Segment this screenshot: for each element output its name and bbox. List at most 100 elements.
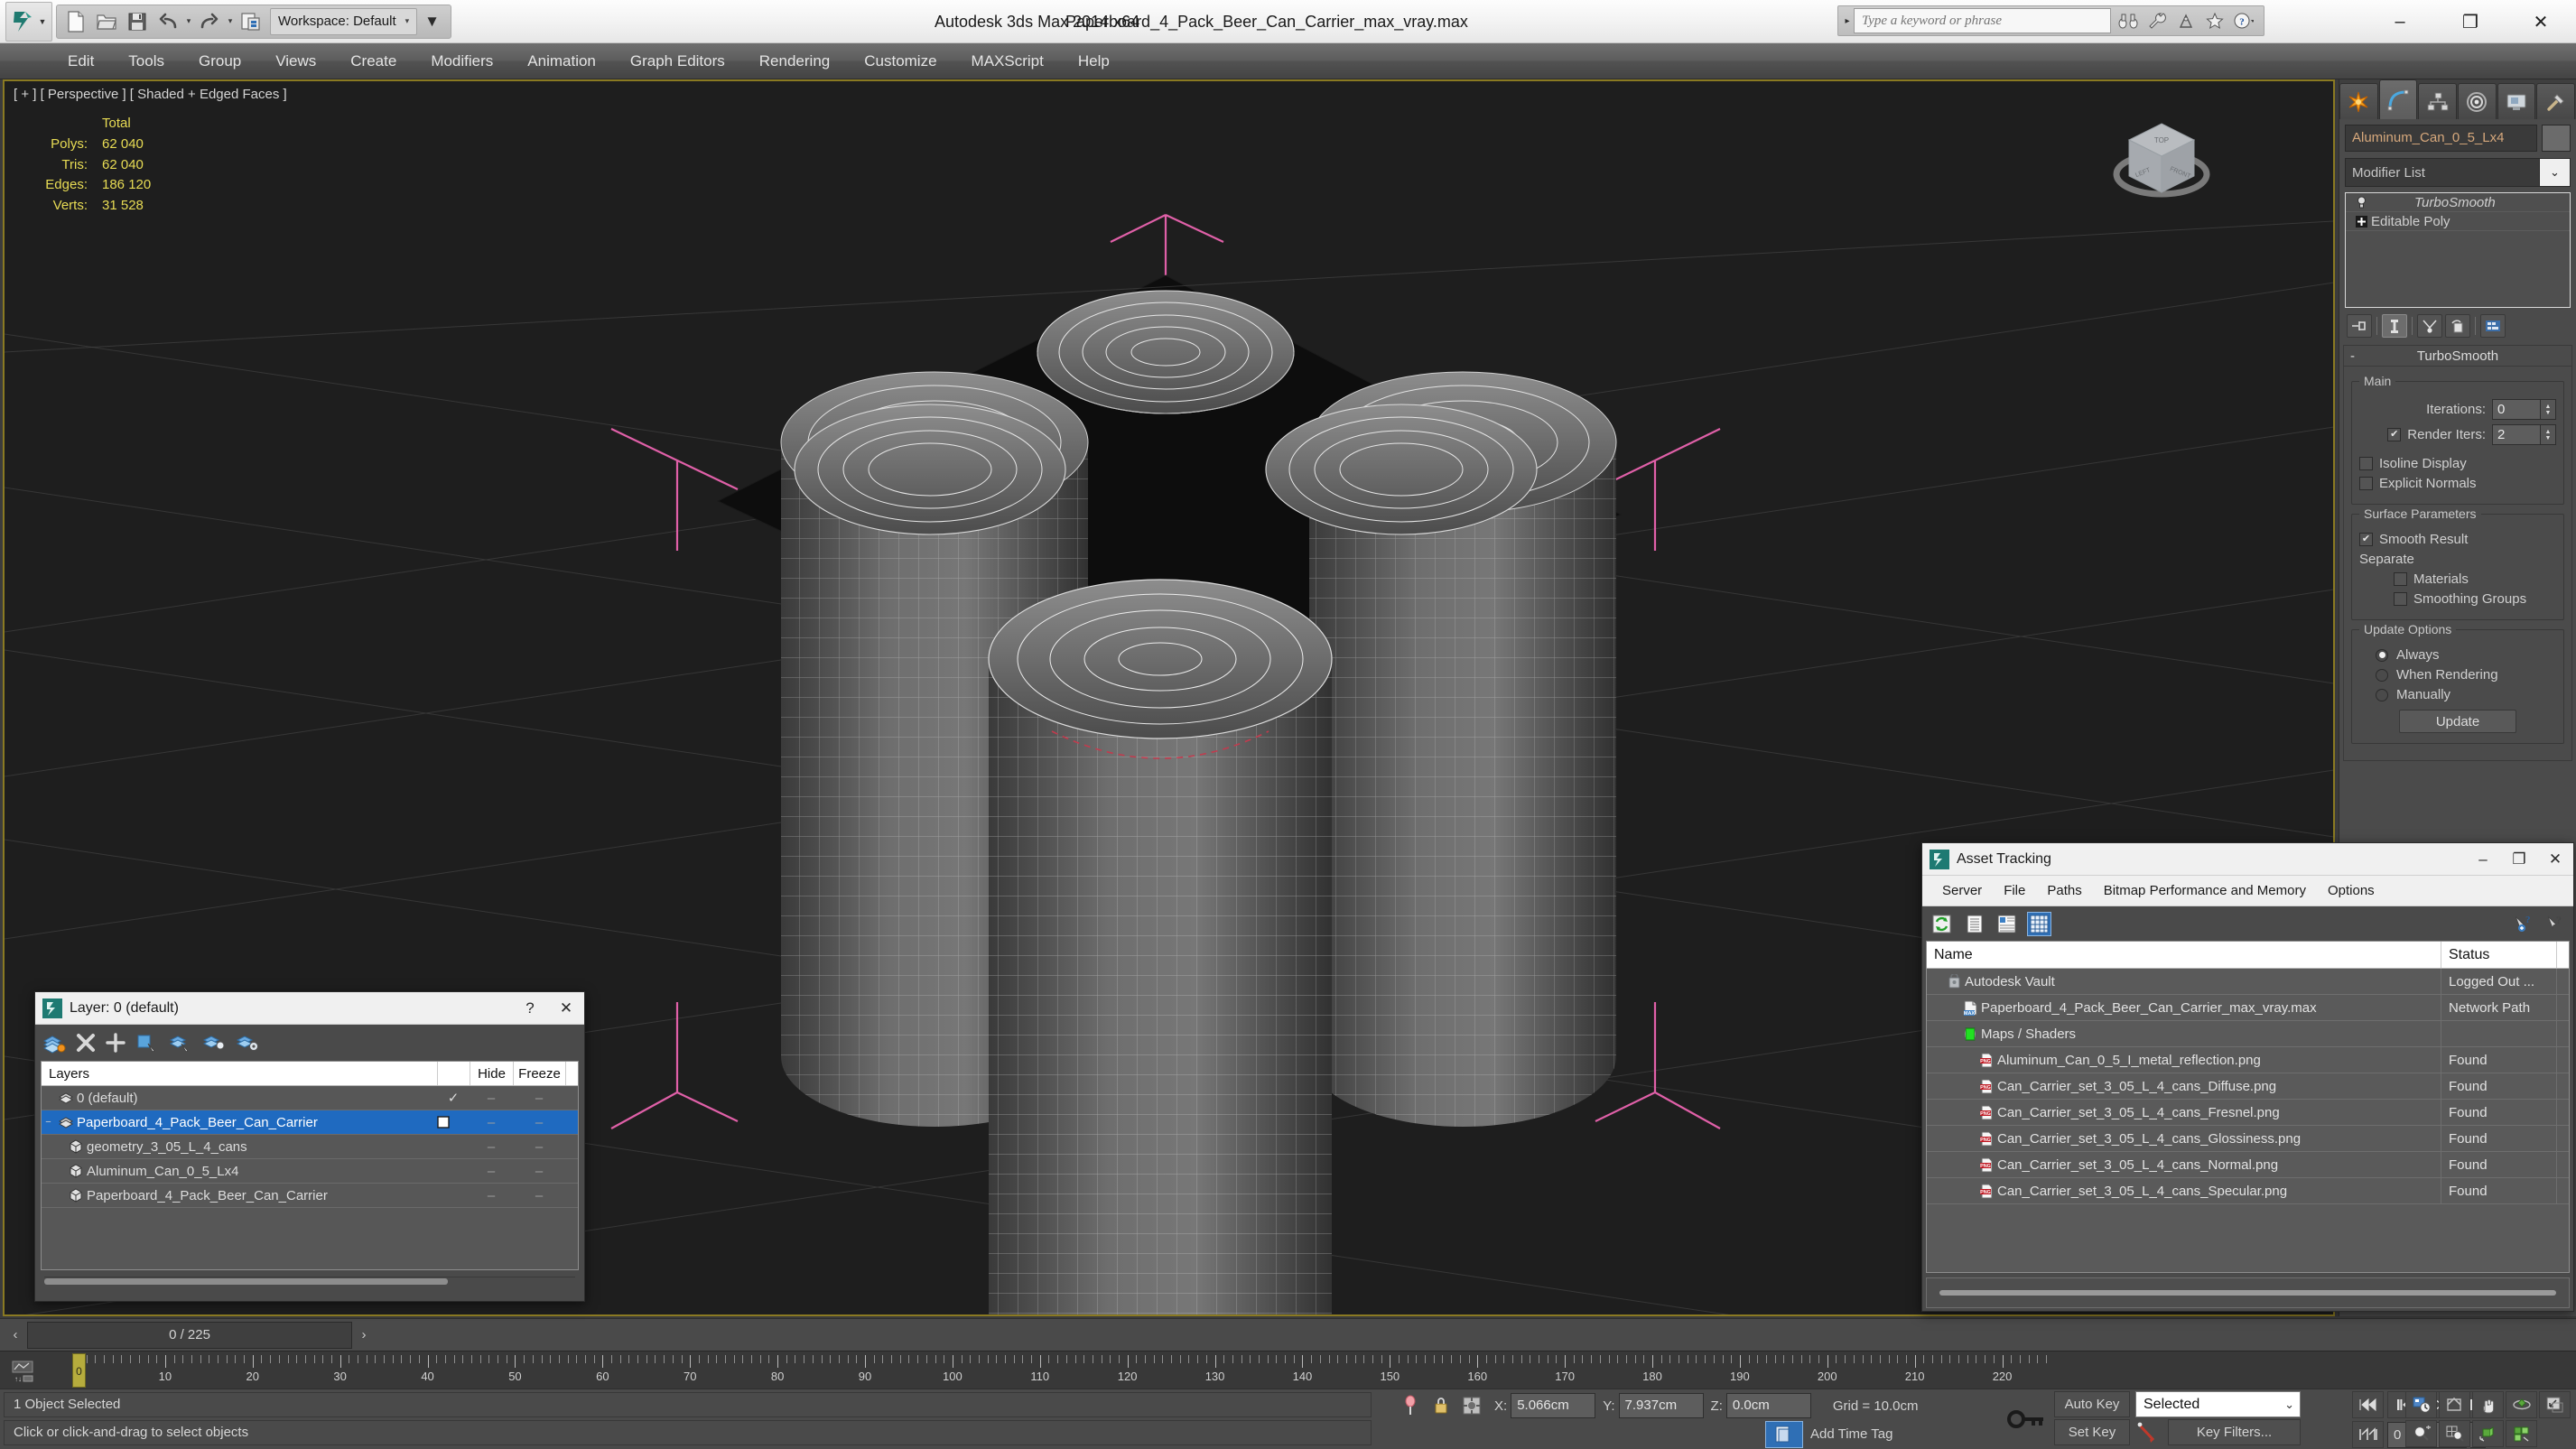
render-iters-spinner[interactable]: ▲ ▼ [2541, 424, 2556, 445]
time-slider-control[interactable]: ‹ 0 / 225 › [4, 1321, 376, 1349]
asset-row-diffuse[interactable]: PNG Can_Carrier_set_3_05_L_4_cans_Diffus… [1927, 1073, 2569, 1100]
layer-column-freeze[interactable]: Freeze [513, 1062, 565, 1085]
layer-row-freeze-toggle[interactable]: – [513, 1115, 565, 1130]
time-configuration-icon[interactable] [2405, 1391, 2437, 1418]
help-circle-icon[interactable]: ? [2230, 8, 2257, 33]
asset-row-fresnel[interactable]: PNG Can_Carrier_set_3_05_L_4_cans_Fresne… [1927, 1099, 2569, 1126]
asset-row-autodesk-vault[interactable]: Autodesk Vault Logged Out ... [1927, 968, 2569, 995]
frame-ruler[interactable]: 0 10 20 30 40 50 60 70 80 90 100 110 120 130 140 150 160… [45, 1351, 2576, 1389]
add-to-layer-icon[interactable] [106, 1033, 126, 1053]
view-cube[interactable]: TOP LEFT FRONT [2107, 113, 2216, 212]
layer-row-hide-toggle[interactable]: – [470, 1091, 513, 1106]
orbit-icon[interactable] [2506, 1391, 2537, 1418]
set-key-button[interactable]: Set Key [2054, 1419, 2130, 1445]
list-view-icon[interactable] [1962, 912, 1986, 936]
iterations-spinner[interactable]: ▲ ▼ [2541, 399, 2556, 420]
update-button[interactable]: Update [2399, 710, 2516, 733]
open-file-button[interactable] [91, 7, 122, 36]
menu-group[interactable]: Group [181, 43, 258, 79]
application-menu-button[interactable]: ▼ [5, 1, 52, 42]
auto-key-button[interactable]: Auto Key [2054, 1391, 2130, 1417]
menu-help[interactable]: Help [1061, 43, 1127, 79]
layer-row-current-check[interactable]: ✓ [437, 1090, 470, 1106]
set-key-mode-icon[interactable] [2135, 1421, 2162, 1444]
show-end-result-icon[interactable] [2382, 314, 2407, 338]
menu-edit[interactable]: Edit [51, 43, 111, 79]
pin-icon[interactable] [1395, 1392, 1426, 1419]
zoom-extents-icon[interactable] [2472, 1420, 2504, 1447]
layer-scrollbar-thumb[interactable] [44, 1278, 448, 1285]
create-tab[interactable] [2339, 83, 2378, 119]
pin-stack-icon[interactable] [2347, 314, 2372, 338]
menu-animation[interactable]: Animation [510, 43, 613, 79]
asset-close-button[interactable]: ✕ [2537, 843, 2573, 876]
select-highlighted-layer-icon[interactable] [169, 1032, 192, 1054]
open-mini-curve-editor-icon[interactable]: ↑↓ [4, 1354, 42, 1389]
lock-selection-icon[interactable] [1426, 1392, 1456, 1419]
chevron-down-icon[interactable]: ⌄ [2539, 159, 2570, 186]
asset-menu-file[interactable]: File [1993, 876, 2036, 906]
make-unique-icon[interactable] [2417, 314, 2442, 338]
current-frame-display[interactable]: 0 / 225 [27, 1321, 352, 1349]
asset-row-max-file[interactable]: MAX Paperboard_4_Pack_Beer_Can_Carrier_m… [1927, 994, 2569, 1021]
modify-tab[interactable] [2378, 79, 2418, 119]
stack-item-turbosmooth[interactable]: TurboSmooth [2346, 193, 2570, 212]
delete-layer-icon[interactable] [76, 1033, 96, 1053]
select-objects-in-layer-icon[interactable] [135, 1032, 159, 1054]
plus-box-icon[interactable] [2351, 214, 2371, 228]
project-folder-button[interactable] [236, 7, 266, 36]
menu-views[interactable]: Views [258, 43, 333, 79]
smoothing-groups-checkbox[interactable] [2394, 592, 2407, 606]
layer-row-hide-toggle[interactable]: – [470, 1115, 513, 1130]
wrench-icon[interactable] [2144, 8, 2171, 33]
update-when-rendering-radio[interactable] [2376, 668, 2388, 682]
redo-button[interactable] [194, 7, 225, 36]
layer-dialog-close-button[interactable]: ✕ [548, 992, 584, 1025]
layer-grid[interactable]: Layers Hide Freeze 0 (default) ✓ – – − P… [41, 1061, 579, 1270]
asset-menu-server[interactable]: Server [1931, 876, 1993, 906]
layer-row-hide-toggle[interactable]: – [470, 1139, 513, 1155]
layer-row-aluminum-can[interactable]: Aluminum_Can_0_5_Lx4 – – [42, 1159, 578, 1184]
asset-grid[interactable]: Name Status Autodesk Vault Logged Out ..… [1926, 941, 2570, 1273]
layer-row-expander[interactable]: − [42, 1117, 55, 1128]
layer-column-hide[interactable]: Hide [470, 1062, 513, 1085]
asset-tracking-footer[interactable] [1926, 1277, 2570, 1308]
search-expand-arrow[interactable]: ▸ [1841, 16, 1854, 26]
asset-column-name[interactable]: Name [1927, 942, 2441, 968]
stack-item-editable-poly[interactable]: Editable Poly [2346, 212, 2570, 231]
configure-sets-icon[interactable] [2480, 314, 2506, 338]
lightbulb-icon[interactable] [2351, 195, 2371, 209]
asset-menu-options[interactable]: Options [2317, 876, 2385, 906]
object-color-swatch[interactable] [2542, 125, 2571, 152]
layer-row-freeze-toggle[interactable]: – [513, 1139, 565, 1155]
isoline-display-checkbox[interactable] [2359, 457, 2373, 470]
layer-row-hide-toggle[interactable]: – [470, 1188, 513, 1203]
render-iters-checkbox[interactable] [2387, 428, 2402, 441]
close-button[interactable]: ✕ [2506, 0, 2576, 43]
absolute-mode-icon[interactable] [1456, 1392, 1487, 1419]
object-name-field[interactable]: Aluminum_Can_0_5_Lx4 [2345, 125, 2537, 152]
layer-horizontal-scrollbar[interactable] [44, 1277, 575, 1285]
asset-row-metal-reflection[interactable]: PNG Aluminum_Can_0_5_I_metal_reflection.… [1927, 1046, 2569, 1073]
goto-start-button[interactable] [2352, 1391, 2384, 1418]
asset-maximize-button[interactable]: ❐ [2501, 843, 2537, 876]
menu-tools[interactable]: Tools [111, 43, 181, 79]
key-filters-button[interactable]: Key Filters... [2168, 1419, 2301, 1445]
layer-column-current[interactable] [437, 1062, 470, 1085]
layer-row-paperboard-carrier[interactable]: − Paperboard_4_Pack_Beer_Can_Carrier – – [42, 1110, 578, 1135]
create-new-layer-icon[interactable] [42, 1032, 66, 1054]
turbosmooth-rollout-header[interactable]: - TurboSmooth [2343, 345, 2572, 367]
refresh-icon[interactable] [1930, 912, 1954, 936]
highlight-selected-objects-icon[interactable] [202, 1032, 226, 1054]
update-manually-row[interactable]: Manually [2359, 687, 2556, 702]
minimize-button[interactable]: – [2365, 0, 2435, 43]
zoom-region-icon[interactable] [2439, 1391, 2470, 1418]
layer-row-freeze-toggle[interactable]: – [513, 1164, 565, 1179]
x-coordinate-field[interactable]: 5.066cm [1511, 1393, 1596, 1418]
remove-modifier-icon[interactable] [2445, 314, 2470, 338]
next-frame-button[interactable]: › [352, 1321, 376, 1349]
asset-row-specular[interactable]: PNG Can_Carrier_set_3_05_L_4_cans_Specul… [1927, 1177, 2569, 1204]
asset-minimize-button[interactable]: – [2465, 843, 2501, 876]
chevron-down-icon[interactable]: ⌄ [2284, 1398, 2294, 1412]
modifier-stack[interactable]: TurboSmooth Editable Poly [2345, 192, 2571, 308]
